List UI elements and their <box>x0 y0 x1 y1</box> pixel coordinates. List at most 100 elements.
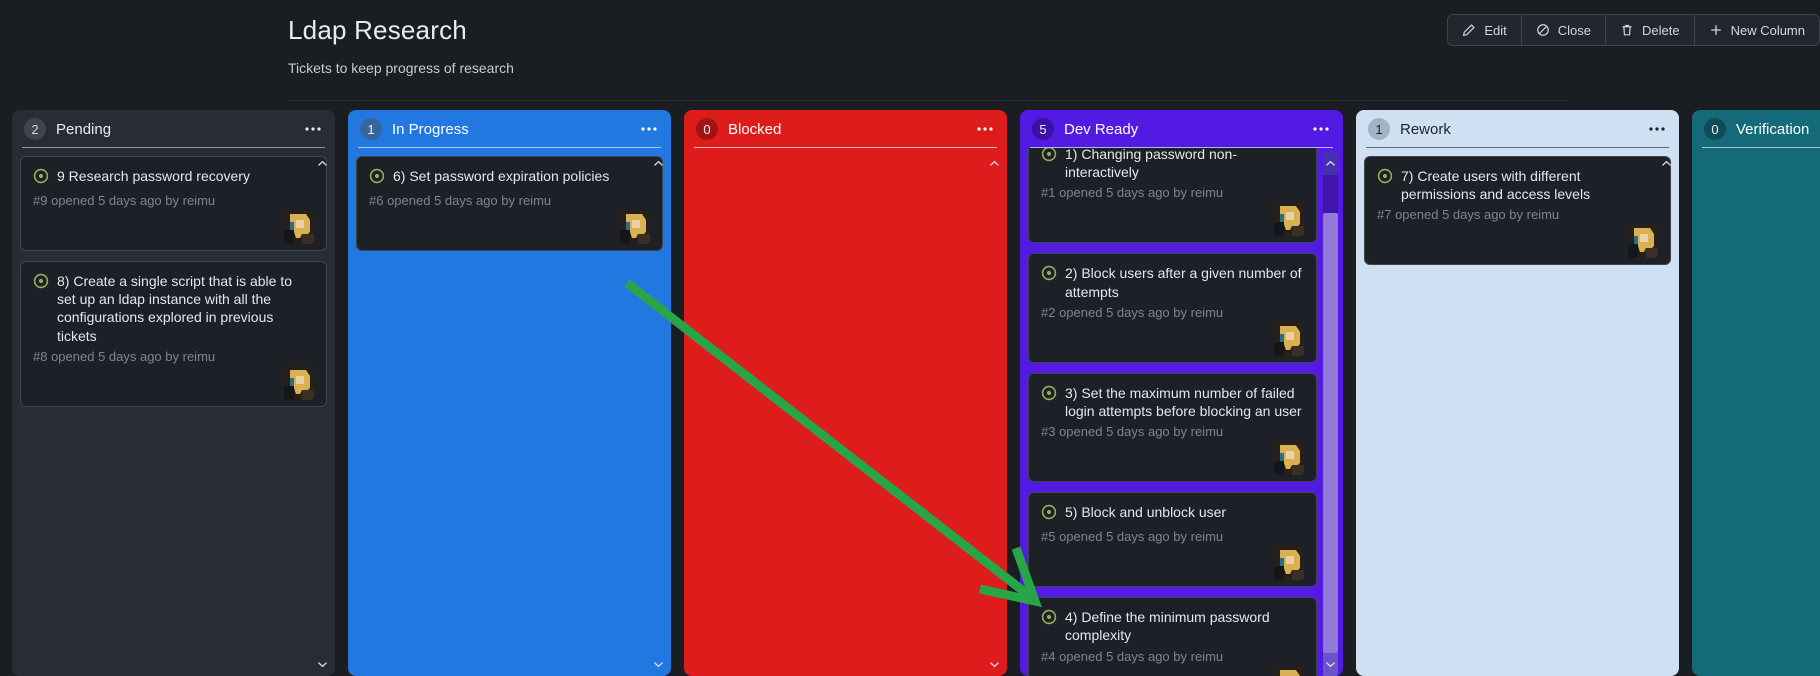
pencil-icon <box>1462 23 1476 37</box>
issue-title[interactable]: 6) Set password expiration policies <box>393 167 609 189</box>
issue-card[interactable]: 3) Set the maximum number of failed logi… <box>1028 372 1317 483</box>
issue-meta: #4 opened 5 days ago by reimu <box>1041 648 1224 664</box>
issue-meta: #6 opened 5 days ago by reimu <box>369 193 552 208</box>
open-issue-icon <box>369 168 385 189</box>
column-body: 1) Changing password non-interactively #… <box>1020 148 1343 676</box>
column-title: In Progress <box>392 120 469 138</box>
column-header: 5 Dev Ready <box>1020 110 1343 147</box>
close-button[interactable]: Close <box>1520 15 1605 45</box>
issue-card[interactable]: 4) Define the minimum password complexit… <box>1028 597 1317 676</box>
issue-card[interactable]: 7) Create users with different permissio… <box>1364 156 1671 266</box>
delete-button-label: Delete <box>1642 22 1680 38</box>
scrollbar-track[interactable] <box>651 175 666 213</box>
new-column-button-label: New Column <box>1730 22 1805 38</box>
page-title: Ldap Research <box>288 15 467 45</box>
issue-title[interactable]: 3) Set the maximum number of failed logi… <box>1065 384 1304 420</box>
column-body <box>1692 148 1820 676</box>
issue-title[interactable]: 9 Research password recovery <box>57 167 250 189</box>
issue-title[interactable]: 4) Define the minimum password complexit… <box>1065 608 1304 644</box>
column-scrollbar[interactable] <box>1323 152 1338 676</box>
scrollbar-track[interactable] <box>1323 175 1338 213</box>
column-scrollbar[interactable] <box>315 152 330 676</box>
column-title: Blocked <box>728 120 782 138</box>
column-body <box>684 148 1007 676</box>
column-in-progress: 1 In Progress 6) Set password expiration… <box>348 110 671 676</box>
issue-card[interactable]: 1) Changing password non-interactively #… <box>1028 148 1317 244</box>
edit-button[interactable]: Edit <box>1448 15 1521 45</box>
column-menu-kebab-icon[interactable] <box>1311 125 1331 133</box>
open-issue-icon <box>1377 168 1393 203</box>
scroll-up-button[interactable] <box>651 152 666 175</box>
open-issue-icon <box>1041 609 1057 644</box>
scrollbar-thumb[interactable] <box>1659 213 1674 653</box>
column-header: 1 In Progress <box>348 110 671 147</box>
scroll-up-button[interactable] <box>315 152 330 175</box>
scroll-up-button[interactable] <box>1659 152 1674 175</box>
column-menu-kebab-icon[interactable] <box>1647 125 1667 133</box>
column-rework: 1 Rework 7) Create users with different … <box>1356 110 1679 676</box>
issue-meta: #3 opened 5 days ago by reimu <box>1041 424 1224 440</box>
column-scrollbar[interactable] <box>987 152 1002 676</box>
avatar-reimu[interactable] <box>1274 665 1304 676</box>
circle-slash-icon <box>1536 23 1550 37</box>
column-header: 0 Blocked <box>684 110 1007 147</box>
column-scrollbar[interactable] <box>651 152 666 676</box>
new-column-button[interactable]: New Column <box>1693 15 1819 45</box>
column-body: 6) Set password expiration policies #6 o… <box>348 148 671 676</box>
issue-title[interactable]: 8) Create a single script that is able t… <box>57 272 314 345</box>
issue-meta: #7 opened 5 days ago by reimu <box>1377 207 1560 223</box>
avatar-reimu[interactable] <box>1628 224 1658 259</box>
issue-title[interactable]: 1) Changing password non-interactively <box>1065 148 1304 181</box>
scrollbar-track[interactable] <box>1659 175 1674 213</box>
avatar-reimu[interactable] <box>284 210 314 244</box>
scroll-down-button[interactable] <box>315 653 330 676</box>
column-title: Rework <box>1400 120 1451 138</box>
column-count-badge: 0 <box>696 118 718 140</box>
trash-icon <box>1620 23 1634 37</box>
issue-card[interactable]: 9 Research password recovery #9 opened 5… <box>20 156 327 251</box>
open-issue-icon <box>33 168 49 189</box>
avatar-reimu[interactable] <box>1274 441 1304 476</box>
open-issue-icon <box>1041 385 1057 420</box>
scrollbar-thumb[interactable] <box>1323 213 1338 653</box>
project-actions: Edit Close Delete New Column <box>1447 14 1820 46</box>
scroll-up-button[interactable] <box>1323 152 1338 175</box>
plus-icon <box>1709 23 1723 37</box>
scrollbar-track[interactable] <box>987 175 1002 213</box>
issue-title[interactable]: 2) Block users after a given number of a… <box>1065 264 1304 300</box>
column-header: 1 Rework <box>1356 110 1679 147</box>
column-menu-kebab-icon[interactable] <box>303 125 323 133</box>
issue-card[interactable]: 6) Set password expiration policies #6 o… <box>356 156 663 251</box>
delete-button[interactable]: Delete <box>1605 15 1694 45</box>
column-blocked: 0 Blocked <box>684 110 1007 676</box>
board: 2 Pending 9 Research password recovery #… <box>12 110 1820 676</box>
avatar-reimu[interactable] <box>620 210 650 244</box>
scroll-up-button[interactable] <box>987 152 1002 175</box>
scroll-down-button[interactable] <box>651 653 666 676</box>
avatar-reimu[interactable] <box>1274 202 1304 237</box>
column-count-badge: 1 <box>360 118 382 140</box>
scrollbar-thumb[interactable] <box>315 213 330 653</box>
scrollbar-thumb[interactable] <box>651 213 666 653</box>
column-menu-kebab-icon[interactable] <box>639 125 659 133</box>
scrollbar-track[interactable] <box>315 175 330 213</box>
issue-card[interactable]: 2) Block users after a given number of a… <box>1028 253 1317 363</box>
scroll-down-button[interactable] <box>987 653 1002 676</box>
column-scrollbar[interactable] <box>1659 152 1674 676</box>
issue-title[interactable]: 7) Create users with different permissio… <box>1401 167 1658 203</box>
scrollbar-thumb[interactable] <box>987 213 1002 653</box>
scroll-down-button[interactable] <box>1659 653 1674 676</box>
column-header: 2 Pending <box>12 110 335 147</box>
issue-meta: #2 opened 5 days ago by reimu <box>1041 304 1224 320</box>
avatar-reimu[interactable] <box>1274 321 1304 356</box>
avatar-reimu[interactable] <box>284 365 314 400</box>
column-count-badge: 1 <box>1368 118 1390 140</box>
issue-card[interactable]: 5) Block and unblock user #5 opened 5 da… <box>1028 492 1317 588</box>
scroll-down-button[interactable] <box>1323 653 1338 676</box>
issue-card[interactable]: 8) Create a single script that is able t… <box>20 261 327 407</box>
avatar-reimu[interactable] <box>1274 546 1304 581</box>
column-title: Dev Ready <box>1064 120 1139 138</box>
column-body: 9 Research password recovery #9 opened 5… <box>12 148 335 676</box>
column-menu-kebab-icon[interactable] <box>975 125 995 133</box>
issue-title[interactable]: 5) Block and unblock user <box>1065 503 1226 525</box>
